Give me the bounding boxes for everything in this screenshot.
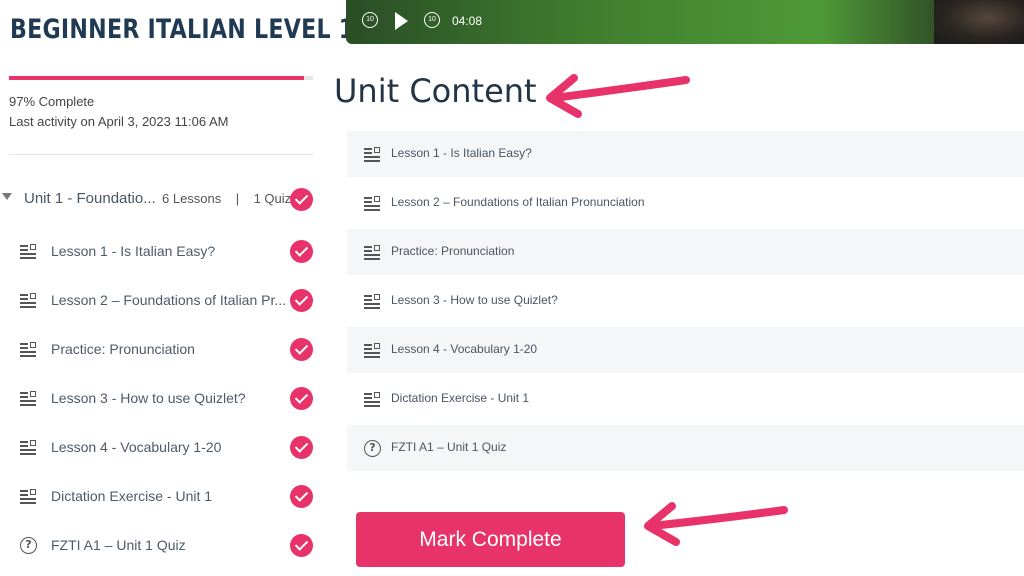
last-activity: Last activity on April 3, 2023 11:06 AM <box>9 114 229 129</box>
sidebar-item-practice[interactable]: Practice: Pronunciation <box>0 335 322 365</box>
lesson-icon <box>20 243 38 259</box>
progress-bar <box>9 76 313 80</box>
sidebar-item-label[interactable]: Practice: Pronunciation <box>51 341 195 357</box>
sidebar-item-label[interactable]: FZTI A1 – Unit 1 Quiz <box>51 537 186 553</box>
lesson-icon <box>20 488 38 504</box>
lesson-icon <box>364 391 382 407</box>
content-row-quiz[interactable]: ? FZTI A1 – Unit 1 Quiz <box>347 425 1024 471</box>
sidebar-item-lesson-3[interactable]: Lesson 3 - How to use Quizlet? <box>0 384 322 414</box>
video-player[interactable]: 10 10 04:08 <box>346 0 1024 44</box>
check-icon <box>290 289 313 312</box>
unit-lessons-count: 6 Lessons <box>162 191 222 206</box>
arrow-annotation <box>644 502 788 546</box>
sidebar-item-lesson-1[interactable]: Lesson 1 - Is Italian Easy? <box>0 237 322 267</box>
check-icon <box>290 387 313 410</box>
content-row-label[interactable]: Practice: Pronunciation <box>391 244 514 258</box>
lesson-icon <box>20 439 38 455</box>
course-sidebar: BEGINNER ITALIAN LEVEL 1 97% Complete La… <box>0 0 354 576</box>
content-row-lesson-2[interactable]: Lesson 2 – Foundations of Italian Pronun… <box>347 180 1024 226</box>
unit-row[interactable]: Unit 1 - Foundatio... 6 Lessons | 1 Quiz <box>0 184 322 214</box>
lesson-icon <box>364 244 382 260</box>
sidebar-item-label[interactable]: Lesson 3 - How to use Quizlet? <box>51 390 246 406</box>
content-row-practice[interactable]: Practice: Pronunciation <box>347 229 1024 275</box>
lesson-icon <box>20 292 38 308</box>
sidebar-divider <box>9 154 313 155</box>
sidebar-item-label[interactable]: Dictation Exercise - Unit 1 <box>51 488 212 504</box>
lesson-icon <box>364 146 382 162</box>
content-row-label[interactable]: Lesson 1 - Is Italian Easy? <box>391 146 532 160</box>
sidebar-item-dictation[interactable]: Dictation Exercise - Unit 1 <box>0 482 322 512</box>
unit-title[interactable]: Unit 1 - Foundatio... <box>24 190 156 207</box>
quiz-icon: ? <box>20 537 38 554</box>
sidebar-item-label[interactable]: Lesson 2 – Foundations of Italian Pr... <box>51 292 286 308</box>
sidebar-item-quiz[interactable]: ? FZTI A1 – Unit 1 Quiz <box>0 531 322 561</box>
check-icon <box>290 534 313 557</box>
unit-content-heading: Unit Content <box>334 72 537 110</box>
content-row-dictation[interactable]: Dictation Exercise - Unit 1 <box>347 376 1024 422</box>
check-icon <box>290 485 313 508</box>
content-row-lesson-1[interactable]: Lesson 1 - Is Italian Easy? <box>347 131 1024 177</box>
content-row-lesson-4[interactable]: Lesson 4 - Vocabulary 1-20 <box>347 327 1024 373</box>
content-row-label[interactable]: Lesson 4 - Vocabulary 1-20 <box>391 342 537 356</box>
forward-icon[interactable]: 10 <box>424 12 440 28</box>
video-time: 04:08 <box>452 14 483 28</box>
check-icon <box>290 436 313 459</box>
lesson-icon <box>364 342 382 358</box>
caret-down-icon[interactable] <box>2 193 12 200</box>
check-icon <box>290 188 313 211</box>
sidebar-item-lesson-2[interactable]: Lesson 2 – Foundations of Italian Pr... <box>0 286 322 316</box>
unit-meta-separator: | <box>235 191 240 206</box>
video-frame-image <box>934 0 1024 44</box>
content-row-label[interactable]: Lesson 3 - How to use Quizlet? <box>391 293 558 307</box>
lesson-icon <box>20 390 38 406</box>
content-row-label[interactable]: FZTI A1 – Unit 1 Quiz <box>391 440 506 454</box>
mark-complete-button[interactable]: Mark Complete <box>356 512 625 567</box>
rewind-icon[interactable]: 10 <box>362 12 378 28</box>
unit-quiz-count: 1 Quiz <box>253 191 292 206</box>
unit-meta: 6 Lessons | 1 Quiz <box>162 191 291 206</box>
check-icon <box>290 240 313 263</box>
lesson-icon <box>20 341 38 357</box>
progress-bar-fill <box>9 76 304 80</box>
progress-text: 97% Complete <box>9 94 95 109</box>
sidebar-item-label[interactable]: Lesson 4 - Vocabulary 1-20 <box>51 439 221 455</box>
lesson-icon <box>364 195 382 211</box>
sidebar-item-label[interactable]: Lesson 1 - Is Italian Easy? <box>51 243 215 259</box>
play-icon[interactable] <box>395 12 408 30</box>
sidebar-item-lesson-4[interactable]: Lesson 4 - Vocabulary 1-20 <box>0 433 322 463</box>
check-icon <box>290 338 313 361</box>
quiz-icon: ? <box>364 440 381 457</box>
content-row-label[interactable]: Lesson 2 – Foundations of Italian Pronun… <box>391 195 645 209</box>
arrow-annotation <box>546 74 690 118</box>
course-title: BEGINNER ITALIAN LEVEL 1 <box>10 14 355 45</box>
content-row-label[interactable]: Dictation Exercise - Unit 1 <box>391 391 529 405</box>
lesson-icon <box>364 293 382 309</box>
content-row-lesson-3[interactable]: Lesson 3 - How to use Quizlet? <box>347 278 1024 324</box>
